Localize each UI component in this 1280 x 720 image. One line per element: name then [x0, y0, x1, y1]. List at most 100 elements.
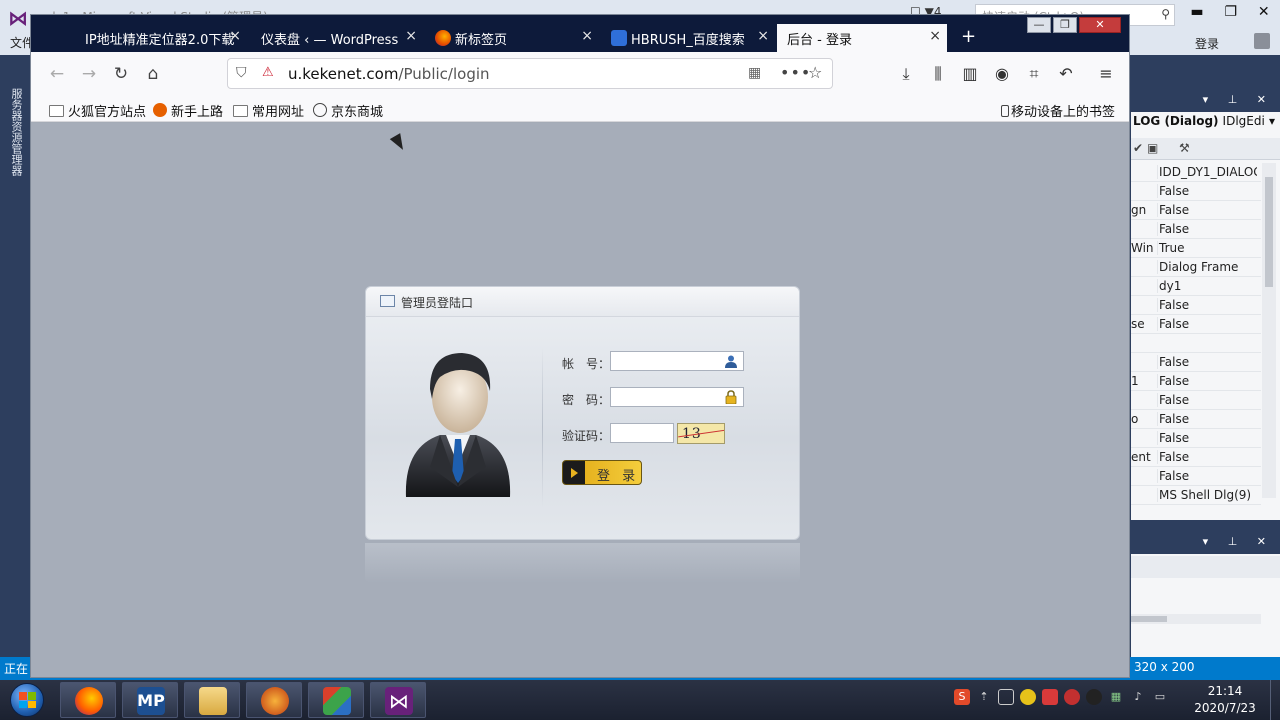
tray-app-icon[interactable]: [1042, 689, 1058, 705]
menu-icon[interactable]: ≡: [1095, 64, 1117, 84]
tab-admin-login[interactable]: 后台 - 登录 ×: [777, 24, 947, 52]
property-row[interactable]: dy1: [1131, 277, 1261, 296]
url-text[interactable]: u.kekenet.com/Public/login: [288, 65, 490, 83]
property-row[interactable]: Win True: [1131, 239, 1261, 258]
taskbar-explorer[interactable]: [184, 682, 240, 718]
vs-logo-icon: ⋈: [8, 6, 28, 30]
restore-icon[interactable]: ❐: [1224, 4, 1237, 26]
taskbar-mp[interactable]: MP: [122, 682, 178, 718]
restore-icon[interactable]: ❐: [1053, 17, 1077, 33]
back-arrow-icon[interactable]: ←: [47, 64, 67, 84]
property-row[interactable]: o False: [1131, 410, 1261, 429]
property-pages-icon[interactable]: ▣: [1147, 141, 1158, 155]
bookmark-jd-mall[interactable]: 京东商城: [313, 101, 383, 120]
scroll-thumb[interactable]: [1131, 616, 1167, 622]
undo-icon[interactable]: ↶: [1055, 64, 1077, 84]
login-button[interactable]: 登 录: [562, 460, 642, 485]
captcha-image[interactable]: 13 95: [677, 423, 725, 444]
qr-code-icon[interactable]: ▦: [748, 65, 761, 81]
taskbar-app-4[interactable]: [246, 682, 302, 718]
minimize-icon[interactable]: ▬: [1190, 4, 1203, 26]
property-row[interactable]: se False: [1131, 315, 1261, 334]
close-icon[interactable]: ✕: [1258, 4, 1270, 26]
login-header: 管理员登陆口: [366, 287, 799, 317]
forward-arrow-icon[interactable]: →: [79, 64, 99, 84]
taskbar-mfc[interactable]: [308, 682, 364, 718]
property-value: False: [1157, 374, 1257, 388]
taskbar-firefox[interactable]: [60, 682, 116, 718]
property-row[interactable]: False: [1131, 353, 1261, 372]
property-row[interactable]: False: [1131, 296, 1261, 315]
bookmark-getting-started[interactable]: 新手上路: [153, 101, 223, 120]
navigation-toolbar: ← → ↻ ⌂ ⛉ ⚠ u.kekenet.com/Public/login ▦…: [31, 52, 1129, 96]
start-button[interactable]: [2, 681, 52, 719]
tab-close-icon[interactable]: ×: [757, 28, 769, 44]
property-row[interactable]: 1 False: [1131, 372, 1261, 391]
mobile-bookmarks[interactable]: 移动设备上的书签: [1000, 101, 1115, 120]
property-row[interactable]: False: [1131, 467, 1261, 486]
property-row[interactable]: gn False: [1131, 201, 1261, 220]
minimize-icon[interactable]: —: [1027, 17, 1051, 33]
reload-icon[interactable]: ↻: [111, 64, 131, 84]
account-icon[interactable]: ◉: [991, 64, 1013, 84]
password-label: 密 码：: [562, 393, 611, 407]
tab-ip-locator[interactable]: IP地址精准定位器2.0下载 ×: [75, 24, 247, 52]
page-actions-icon[interactable]: •••: [780, 63, 811, 82]
vs-sign-in[interactable]: 登录: [1195, 35, 1219, 52]
home-icon[interactable]: ⌂: [143, 64, 163, 84]
bookmark-firefox-site[interactable]: 火狐官方站点: [49, 101, 146, 120]
tab-close-icon[interactable]: ×: [929, 28, 941, 44]
property-row[interactable]: Dialog Frame: [1131, 258, 1261, 277]
sidebar-icon[interactable]: ▥: [959, 64, 981, 84]
screenshot-icon[interactable]: ⌗: [1023, 64, 1045, 84]
scroll-thumb[interactable]: [1265, 177, 1273, 287]
tray-app-icon[interactable]: [1020, 689, 1036, 705]
show-desktop-button[interactable]: [1270, 680, 1280, 720]
panel-buttons[interactable]: ▾ ⊥ ✕: [1203, 93, 1274, 106]
horizontal-scrollbar[interactable]: [1131, 614, 1261, 624]
downloads-icon[interactable]: ⤓: [895, 64, 917, 84]
new-tab-button[interactable]: +: [961, 26, 976, 47]
tray-volume-icon[interactable]: ♪: [1130, 689, 1146, 705]
tray-action-center-icon[interactable]: ▭: [1152, 689, 1168, 705]
tab-close-icon[interactable]: ×: [405, 28, 417, 44]
panel-buttons[interactable]: ▾ ⊥ ✕: [1203, 535, 1274, 548]
check-icon[interactable]: ✔: [1133, 141, 1143, 155]
property-row[interactable]: IDD_DY1_DIALOG: [1131, 163, 1261, 182]
tray-network-icon[interactable]: ▦: [1108, 689, 1124, 705]
property-row[interactable]: MS Shell Dlg(9): [1131, 486, 1261, 505]
user-icon[interactable]: [1254, 33, 1270, 49]
tab-close-icon[interactable]: ×: [581, 28, 593, 44]
property-row[interactable]: ent False: [1131, 448, 1261, 467]
wrench-icon[interactable]: ⚒: [1179, 141, 1190, 155]
close-icon[interactable]: ✕: [1079, 17, 1121, 33]
tray-sogou-icon[interactable]: S: [954, 689, 970, 705]
captcha-input[interactable]: [610, 423, 674, 443]
tray-window-icon[interactable]: [998, 689, 1014, 705]
bookmark-star-icon[interactable]: ☆: [808, 63, 822, 82]
tab-new-tab[interactable]: 新标签页 ×: [427, 24, 599, 52]
tab-wordpress[interactable]: 仪表盘 ‹ — WordPress ×: [251, 24, 423, 52]
properties-object[interactable]: LOG (Dialog) IDlgEdi ▾: [1131, 114, 1280, 134]
tray-app-icon[interactable]: [1064, 689, 1080, 705]
tray-qq-icon[interactable]: [1086, 689, 1102, 705]
tab-baidu-search[interactable]: HBRUSH_百度搜索 ×: [603, 24, 775, 52]
library-icon[interactable]: ⫼: [927, 64, 949, 84]
property-row[interactable]: False: [1131, 391, 1261, 410]
property-value: False: [1157, 412, 1257, 426]
url-bar[interactable]: ⛉ ⚠ u.kekenet.com/Public/login ▦ ••• ☆: [227, 58, 833, 89]
shield-icon[interactable]: ⛉: [236, 65, 247, 81]
tab-close-icon[interactable]: ×: [229, 28, 241, 44]
property-row[interactable]: False: [1131, 182, 1261, 201]
property-value: False: [1157, 355, 1257, 369]
taskbar-visual-studio[interactable]: ⋈: [370, 682, 426, 718]
property-row[interactable]: False: [1131, 429, 1261, 448]
bookmark-common-sites[interactable]: 常用网址: [233, 101, 304, 120]
property-row[interactable]: False: [1131, 220, 1261, 239]
insecure-lock-icon[interactable]: ⚠: [262, 65, 274, 80]
property-row[interactable]: [1131, 334, 1261, 353]
vs-server-explorer-tab[interactable]: 服务器资源管理器: [8, 88, 24, 188]
taskbar-clock[interactable]: 21:14 2020/7/23: [1185, 683, 1265, 719]
tray-arrow-icon[interactable]: ⇡: [976, 689, 992, 705]
properties-scrollbar[interactable]: [1262, 163, 1276, 498]
